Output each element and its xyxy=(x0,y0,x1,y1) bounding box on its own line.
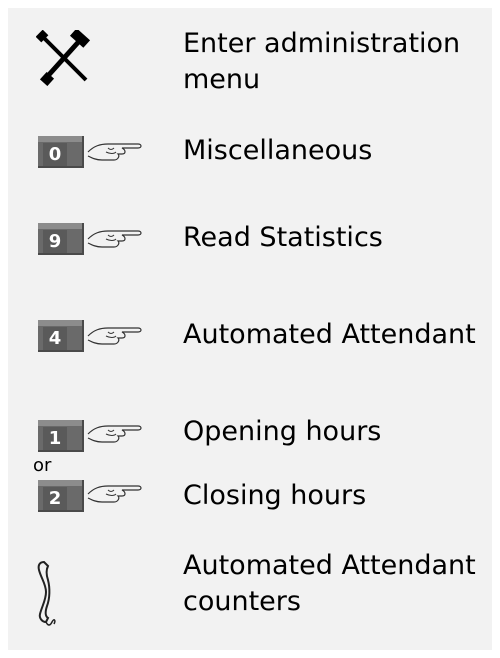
key-label: 0 xyxy=(43,143,67,166)
key-button: 2 xyxy=(38,480,84,512)
or-separator: or xyxy=(33,455,52,476)
key-button: 4 xyxy=(38,320,84,352)
step-label: Miscellaneous xyxy=(183,135,373,166)
step-label: Opening hours xyxy=(183,416,382,447)
step-label: Read Statistics xyxy=(183,222,383,253)
key-label: 9 xyxy=(43,230,67,253)
step-label: Enter administration menu xyxy=(183,28,461,95)
key-button: 1 xyxy=(38,420,84,452)
handset-icon xyxy=(37,560,56,626)
key-button: 9 xyxy=(38,223,84,255)
key-label: 1 xyxy=(43,427,67,450)
pointing-hand-icon xyxy=(87,425,142,443)
key-label: 2 xyxy=(43,487,67,510)
pointing-hand-icon xyxy=(87,327,142,345)
pointing-hand-icon xyxy=(87,143,142,161)
tools-icon xyxy=(36,30,90,86)
step-label: Closing hours xyxy=(183,480,367,511)
step-label: Automated Attendant xyxy=(183,319,476,350)
step-label: Automated Attendant counters xyxy=(183,550,476,617)
key-label: 4 xyxy=(43,327,67,350)
pointing-hand-icon xyxy=(87,230,142,248)
key-button: 0 xyxy=(38,136,84,168)
instruction-panel: Enter administration menu 0 Miscellaneou… xyxy=(8,8,492,650)
pointing-hand-icon xyxy=(87,485,142,503)
